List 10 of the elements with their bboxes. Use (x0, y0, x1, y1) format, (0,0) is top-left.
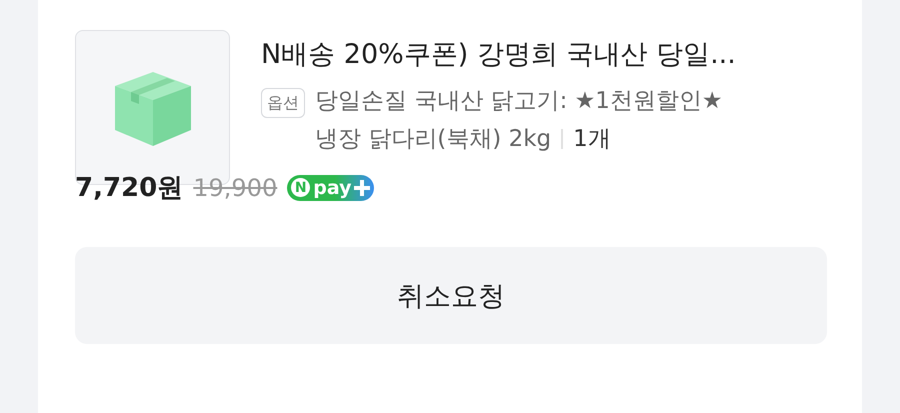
plus-icon (354, 180, 370, 196)
option-tag: 옵션 (261, 88, 305, 118)
option-text: 당일손질 국내산 닭고기: ★1천원할인★ (315, 87, 723, 116)
sale-price: 7,720원 (75, 172, 184, 205)
pay-badge: N pay (287, 174, 374, 200)
option-text: 냉장 닭다리(북채) 2kg (315, 125, 552, 154)
original-price: 19,900 (193, 174, 278, 202)
cancel-request-button[interactable]: 취소요청 (75, 247, 827, 344)
quantity-text: 1개 (573, 125, 611, 154)
product-title: N배송 20%쿠폰) 강명희 국내산 당일... (261, 38, 736, 72)
